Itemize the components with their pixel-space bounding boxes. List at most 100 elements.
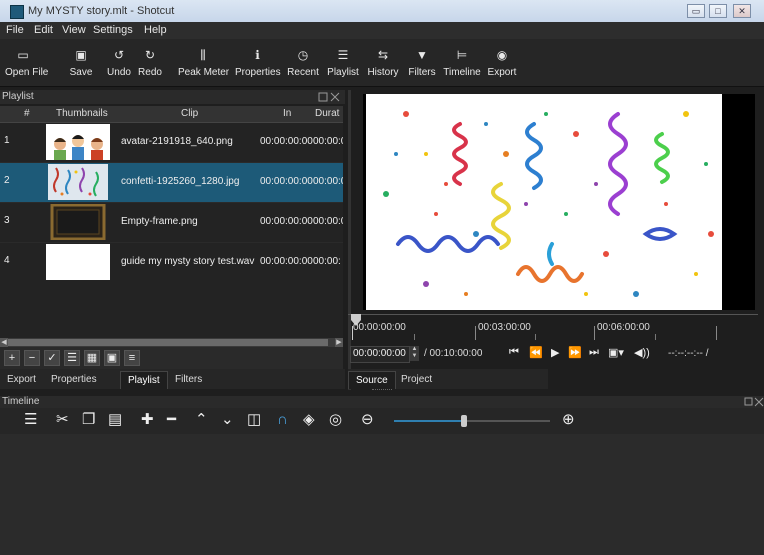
export-icon: ◉	[496, 48, 508, 62]
clip-name: guide my mysty story test.wav	[121, 256, 255, 267]
clip-in: 00:00:00:00	[260, 176, 313, 187]
col-number[interactable]: #	[24, 108, 30, 119]
close-button[interactable]: ✕	[733, 4, 751, 18]
title-bar: My MYSTY story.mlt - Shotcut ▭ □ ✕	[0, 0, 764, 23]
scroll-thumb[interactable]	[8, 339, 328, 346]
position-spinner[interactable]: ▲ ▼	[410, 346, 419, 361]
playlist-empty-area	[0, 282, 343, 338]
playlist-row[interactable]: 3 Empty-frame.png 00:00:00:00 00:00:0	[0, 203, 343, 243]
playlist-button[interactable]: ☰ Playlist	[327, 39, 359, 86]
time-ruler[interactable]: 00:00:00:00 00:03:00:00 00:06:00:00	[348, 314, 758, 341]
scroll-left-arrow[interactable]: ◀	[0, 338, 8, 347]
scroll-right-arrow[interactable]: ▶	[335, 338, 343, 347]
col-thumbnails[interactable]: Thumbnails	[56, 108, 108, 119]
thumbnail-blank	[46, 244, 110, 280]
save-icon: ▣	[75, 48, 87, 62]
volume-icon[interactable]: ◀))	[634, 346, 650, 359]
paste-icon[interactable]: ▤	[108, 411, 122, 429]
menu-help[interactable]: Help	[144, 24, 167, 36]
menu-file[interactable]: File	[6, 24, 24, 36]
zoom-out-icon[interactable]: ⊖	[361, 411, 374, 429]
ripple-delete-icon[interactable]: ━	[167, 411, 176, 429]
menu-bar: File Edit View Settings Help	[0, 22, 764, 39]
playlist-row[interactable]: 1 avatar-2191918_640.png 00:00:00:00 00:…	[0, 123, 343, 163]
menu-icon[interactable]: ≡	[124, 350, 140, 366]
shotcut-app-icon	[10, 5, 24, 19]
col-in[interactable]: In	[283, 108, 291, 119]
split-icon[interactable]: ◫	[247, 411, 261, 429]
cut-icon[interactable]: ✂	[56, 411, 69, 429]
tab-properties[interactable]: Properties	[44, 371, 104, 388]
tab-export[interactable]: Export	[0, 371, 43, 388]
playlist-panel-header: Playlist	[0, 90, 345, 104]
clip-in: 00:00:00:00	[260, 256, 313, 267]
video-preview[interactable]	[366, 94, 722, 310]
dock-float-close-icon[interactable]	[318, 92, 340, 102]
thumbnail-avatars	[46, 124, 110, 160]
tab-playlist[interactable]: Playlist	[120, 371, 168, 389]
skip-to-start-icon[interactable]: ⏮	[509, 346, 519, 359]
recent-button[interactable]: ◷ Recent	[287, 39, 319, 86]
append-icon[interactable]: ✚	[141, 411, 154, 429]
zoom-slider-handle[interactable]	[461, 415, 467, 427]
tab-project[interactable]: Project	[394, 371, 439, 388]
zoom-slider-track[interactable]	[394, 415, 550, 427]
undo-button[interactable]: ↺ Undo	[107, 39, 131, 86]
play-icon[interactable]: ▶	[551, 346, 559, 359]
clip-name: avatar-2191918_640.png	[121, 136, 233, 147]
update-check-icon[interactable]: ✓	[44, 350, 60, 366]
remove-icon[interactable]: −	[24, 350, 40, 366]
lift-icon[interactable]: ⌃	[195, 411, 208, 429]
peak-meter-button[interactable]: ⫼ Peak Meter	[178, 39, 229, 86]
properties-button[interactable]: ℹ Properties	[235, 39, 281, 86]
zoom-icon[interactable]: ▣▾	[608, 346, 624, 359]
skip-to-end-icon[interactable]: ⏭	[589, 346, 599, 359]
maximize-button[interactable]: □	[709, 4, 727, 18]
icons-view-icon[interactable]: ▣	[104, 350, 120, 366]
player-tabs: Source Project	[348, 369, 548, 389]
menu-edit[interactable]: Edit	[34, 24, 53, 36]
splitter-handle[interactable]	[372, 389, 392, 391]
filters-button[interactable]: ▼ Filters	[407, 39, 437, 86]
copy-icon[interactable]: ❐	[82, 411, 95, 429]
export-button[interactable]: ◉ Export	[487, 39, 517, 86]
menu-view[interactable]: View	[62, 24, 86, 36]
redo-button[interactable]: ↻ Redo	[138, 39, 162, 86]
tiles-view-icon[interactable]: ▦	[84, 350, 100, 366]
scrub-icon[interactable]: ◈	[303, 411, 315, 429]
snap-icon[interactable]: ∩	[277, 411, 288, 429]
ruler-label: 00:00:00:00	[353, 322, 406, 333]
col-clip[interactable]: Clip	[181, 108, 198, 119]
tab-source[interactable]: Source	[348, 371, 396, 389]
dock-float-close-icon[interactable]	[744, 397, 764, 407]
menu-settings[interactable]: Settings	[93, 24, 133, 36]
add-icon[interactable]: +	[4, 350, 20, 366]
fast-forward-icon[interactable]: ⏩	[568, 346, 582, 359]
playlist-row[interactable]: 4 guide my mysty story test.wav 00:00:00…	[0, 243, 343, 283]
playlist-horizontal-scrollbar[interactable]: ◀ ▶	[0, 338, 343, 347]
save-button[interactable]: ▣ Save	[69, 39, 93, 86]
clock-icon: ◷	[297, 48, 309, 62]
clip-duration: 00:00:0	[313, 216, 343, 227]
details-view-icon[interactable]: ☰	[64, 350, 80, 366]
rewind-icon[interactable]: ⏪	[529, 346, 543, 359]
timeline-button[interactable]: ⊨ Timeline	[443, 39, 481, 86]
timeline-menu-icon[interactable]: ☰	[24, 411, 37, 429]
playlist-row[interactable]: 2 confetti-1925260_1280.jpg 00:00:00:00 …	[0, 163, 343, 203]
open-file-button[interactable]: ▭ Open File	[5, 39, 48, 86]
tab-filters[interactable]: Filters	[168, 371, 209, 388]
history-button[interactable]: ⇆ History	[366, 39, 400, 86]
position-field[interactable]: 00:00:00:00	[350, 346, 410, 363]
transport-controls: 00:00:00:00 ▲ ▼ / 00:10:00:00 ⏮ ⏪ ▶ ⏩ ⏭ ▣…	[348, 343, 764, 365]
ripple-icon[interactable]: ◎	[329, 411, 342, 429]
ruler-label: 00:06:00:00	[597, 322, 650, 333]
overwrite-icon[interactable]: ⌄	[221, 411, 234, 429]
minimize-button[interactable]: ▭	[687, 4, 705, 18]
zoom-in-icon[interactable]: ⊕	[562, 411, 575, 429]
list-icon: ☰	[337, 48, 349, 62]
col-duration[interactable]: Durat	[315, 108, 339, 119]
clip-name: confetti-1925260_1280.jpg	[121, 176, 240, 187]
clip-duration: 00:00:	[313, 256, 341, 267]
timeline-tracks-area[interactable]	[0, 434, 764, 555]
thumbnail-frame	[50, 204, 106, 240]
